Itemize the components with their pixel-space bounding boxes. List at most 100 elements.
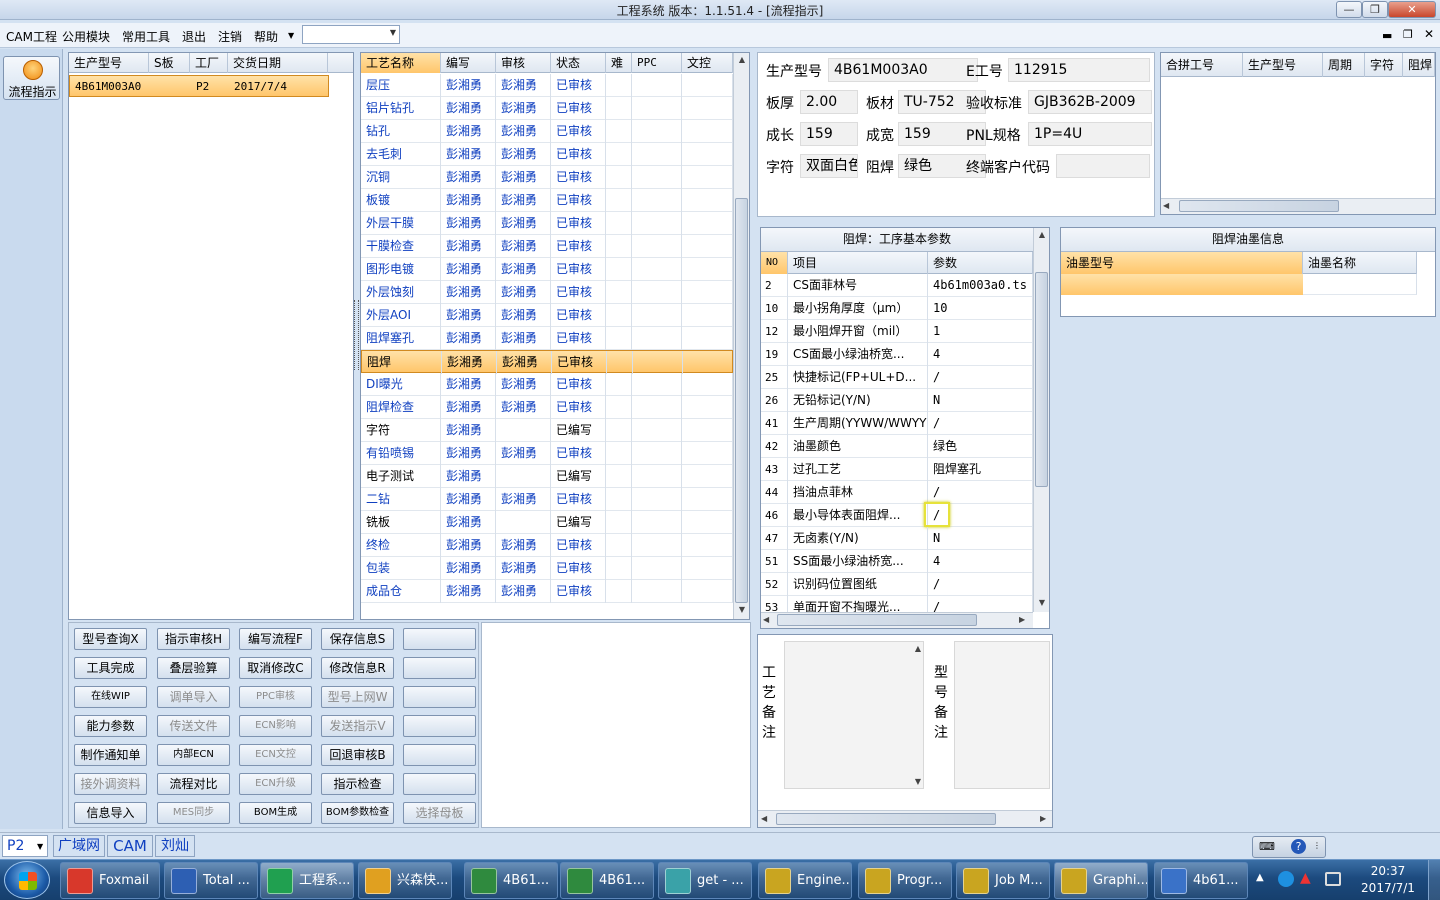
flow-instruction-button[interactable]: 流程指示 (3, 56, 60, 100)
param-value[interactable]: 阻焊塞孔 (928, 458, 1033, 481)
process-remark-textarea[interactable]: ▲ ▼ (784, 641, 924, 789)
table-row[interactable]: 52 识别码位置图纸 / (761, 573, 1033, 596)
scroll-up-icon[interactable]: ▲ (915, 644, 921, 653)
param-value[interactable]: N (928, 389, 1033, 412)
process-col-writer[interactable]: 编写 (441, 53, 496, 73)
orders-col-s[interactable]: S板 (149, 53, 190, 73)
close-button[interactable]: ✕ (1388, 1, 1436, 18)
model-remark-textarea[interactable] (954, 641, 1050, 789)
param-value[interactable]: / (928, 412, 1033, 435)
process-col-difficulty[interactable]: 难 (606, 53, 632, 73)
action-button-5-4[interactable] (403, 773, 476, 795)
table-row[interactable]: 19 CS面最小绿油桥宽... 4 (761, 343, 1033, 366)
table-row[interactable]: 47 无卤素(Y/N) N (761, 527, 1033, 550)
action-button-1-3[interactable]: 修改信息R (321, 657, 394, 679)
table-row[interactable]: 电子测试 彭湘勇 已编写 (361, 465, 733, 488)
orders-col-date[interactable]: 交货日期 (228, 53, 328, 73)
minimize-button[interactable]: — (1336, 1, 1362, 18)
merge-col-char[interactable]: 字符 (1365, 53, 1403, 77)
action-button-4-2[interactable]: ECN文控 (239, 744, 312, 766)
taskbar-item[interactable]: Job M... (956, 862, 1050, 899)
table-row[interactable]: 外层蚀刻 彭湘勇 彭湘勇 已审核 (361, 281, 733, 304)
network-icon[interactable] (1325, 872, 1341, 886)
process-col-control[interactable]: 文控 (682, 53, 733, 73)
table-row[interactable]: 外层AOI 彭湘勇 彭湘勇 已审核 (361, 304, 733, 327)
action-button-2-2[interactable]: PPC审核 (239, 686, 312, 708)
menu-tools[interactable]: 常用工具 (122, 28, 170, 45)
show-desktop-button[interactable] (1428, 860, 1440, 900)
action-button-3-4[interactable] (403, 715, 476, 737)
table-row[interactable]: 26 无铅标记(Y/N) N (761, 389, 1033, 412)
action-button-6-3[interactable]: BOM参数检查 (321, 802, 394, 824)
menu-help[interactable]: 帮助 (254, 28, 278, 45)
menu-exit[interactable]: 退出 (182, 28, 206, 45)
action-button-0-0[interactable]: 型号查询X (74, 628, 147, 650)
scroll-thumb[interactable] (1179, 200, 1339, 212)
action-button-6-0[interactable]: 信息导入 (74, 802, 147, 824)
taskbar-item[interactable]: 4b61... (1154, 862, 1248, 899)
param-value[interactable]: 1 (928, 320, 1033, 343)
action-button-5-3[interactable]: 指示检查 (321, 773, 394, 795)
scroll-right-icon[interactable]: ▶ (1040, 814, 1046, 823)
table-row[interactable]: 字符 彭湘勇 已编写 (361, 419, 733, 442)
params-col-no[interactable]: NO (761, 252, 788, 274)
param-value[interactable]: / (928, 366, 1033, 389)
action-button-4-0[interactable]: 制作通知单 (74, 744, 147, 766)
action-button-4-4[interactable] (403, 744, 476, 766)
action-button-1-0[interactable]: 工具完成 (74, 657, 147, 679)
taskbar-item[interactable]: 工程系... (260, 862, 354, 899)
taskbar-item[interactable]: 兴森快... (358, 862, 452, 899)
process-col-name[interactable]: 工艺名称 (361, 53, 441, 73)
table-row[interactable]: 12 最小阻焊开窗（mil） 1 (761, 320, 1033, 343)
orders-col-factory[interactable]: 工厂 (190, 53, 228, 73)
merge-hscrollbar[interactable]: ◀ (1161, 198, 1435, 214)
table-row[interactable]: 二钻 彭湘勇 彭湘勇 已审核 (361, 488, 733, 511)
table-row[interactable]: 阻焊检查 彭湘勇 彭湘勇 已审核 (361, 396, 733, 419)
table-row[interactable]: 4B61M003A0 P2 2017/7/4 (69, 75, 329, 97)
table-row[interactable]: 41 生产周期(YYWW/WWYY) / (761, 412, 1033, 435)
action-button-6-2[interactable]: BOM生成 (239, 802, 312, 824)
remarks-hscrollbar[interactable]: ◀ ▶ (758, 810, 1052, 827)
orders-col-model[interactable]: 生产型号 (69, 53, 149, 73)
table-row[interactable]: 板镀 彭湘勇 彭湘勇 已审核 (361, 189, 733, 212)
mdi-minimize-icon[interactable]: ▬ (1382, 29, 1392, 42)
action-button-0-1[interactable]: 指示审核H (157, 628, 230, 650)
action-button-2-0[interactable]: 在线WIP (74, 686, 147, 708)
table-row[interactable]: 成品仓 彭湘勇 彭湘勇 已审核 (361, 580, 733, 603)
table-row[interactable]: 沉铜 彭湘勇 彭湘勇 已审核 (361, 166, 733, 189)
param-value[interactable]: N (928, 527, 1033, 550)
table-row[interactable]: 阻焊 彭湘勇 彭湘勇 已审核 (361, 350, 734, 374)
param-value[interactable]: / (928, 481, 1033, 504)
tray-app-icon[interactable] (1278, 871, 1294, 887)
clock-time[interactable]: 20:37 (1352, 864, 1424, 878)
param-value[interactable]: 10 (928, 297, 1033, 320)
action-button-2-1[interactable]: 调单导入 (157, 686, 230, 708)
table-row[interactable]: 25 快捷标记(FP+UL+D... / (761, 366, 1033, 389)
tray-flag-icon[interactable]: ▲ (1300, 870, 1316, 888)
info-value-field[interactable]: 4B61M003A0 (828, 58, 978, 82)
process-col-ppc[interactable]: PPC (632, 53, 682, 73)
action-button-3-0[interactable]: 能力参数 (74, 715, 147, 737)
splitter-grip[interactable] (354, 300, 359, 370)
table-row[interactable]: 铝片钻孔 彭湘勇 彭湘勇 已审核 (361, 97, 733, 120)
param-value[interactable]: / (928, 596, 1033, 612)
action-button-4-1[interactable]: 内部ECN (157, 744, 230, 766)
scroll-left-icon[interactable]: ◀ (1163, 201, 1169, 210)
scroll-down-icon[interactable]: ▼ (734, 605, 750, 614)
taskbar-item[interactable]: 4B61... (560, 862, 654, 899)
table-row[interactable]: DI曝光 彭湘勇 彭湘勇 已审核 (361, 373, 733, 396)
ink-col-name[interactable]: 油墨名称 (1303, 252, 1417, 274)
action-button-5-0[interactable]: 接外调资料 (74, 773, 147, 795)
params-col-item[interactable]: 项目 (788, 252, 928, 274)
options-icon[interactable]: ⋮ (1313, 841, 1321, 850)
table-row[interactable]: 终检 彭湘勇 彭湘勇 已审核 (361, 534, 733, 557)
param-value[interactable]: 4b61m003a0.ts (928, 274, 1033, 297)
scroll-thumb[interactable] (1035, 272, 1048, 487)
info-value-field[interactable]: 2.00 (800, 90, 858, 114)
table-row[interactable]: 铣板 彭湘勇 已编写 (361, 511, 733, 534)
action-button-5-1[interactable]: 流程对比 (157, 773, 230, 795)
keyboard-icon[interactable]: ⌨ (1259, 840, 1275, 853)
language-bar[interactable]: ⌨ ? ⋮ (1252, 836, 1326, 858)
table-row[interactable]: 层压 彭湘勇 彭湘勇 已审核 (361, 74, 733, 97)
action-button-6-1[interactable]: MES同步 (157, 802, 230, 824)
